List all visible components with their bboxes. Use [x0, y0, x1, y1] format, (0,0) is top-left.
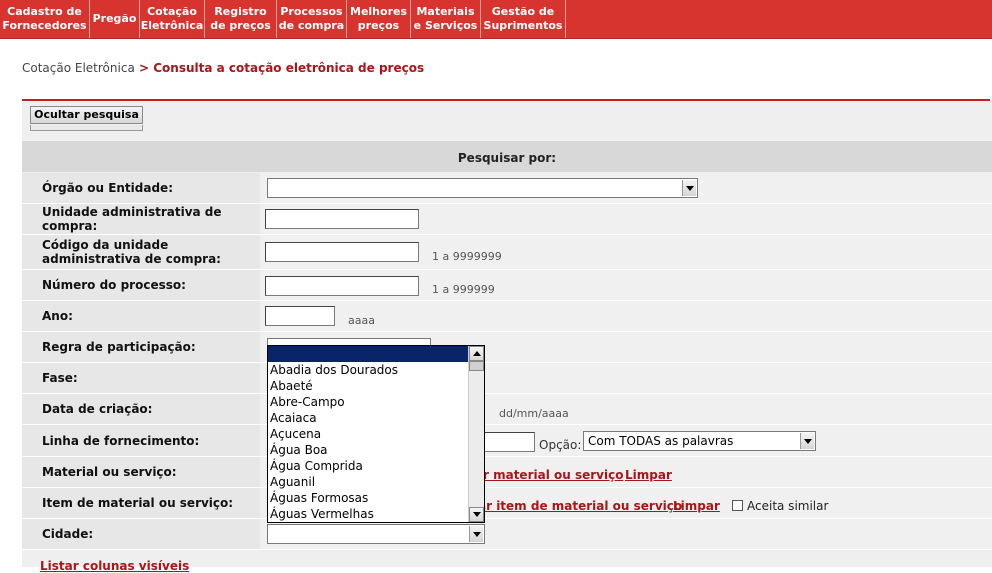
hide-search-button-shadow: [30, 125, 143, 131]
nav-gestao-suprimentos[interactable]: Gestão de Suprimentos: [481, 0, 566, 38]
opcao-select-value: Com TODAS as palavras: [588, 434, 734, 448]
chevron-down-icon: [469, 526, 483, 542]
label-ano: Ano:: [42, 309, 73, 323]
opcao-select[interactable]: Com TODAS as palavras: [583, 431, 816, 451]
nav-cadastro-fornecedores[interactable]: Cadastro de Fornecedores: [0, 0, 90, 38]
row-unidade: Unidade administrativa de compra:: [22, 204, 992, 235]
list-visible-columns-link[interactable]: Listar colunas visíveis: [40, 559, 189, 573]
chevron-down-icon: [682, 180, 696, 196]
label-numero: Número do processo:: [42, 278, 186, 292]
codigo-hint: 1 a 9999999: [432, 250, 502, 263]
label-fase: Fase:: [42, 371, 78, 385]
row-regra: Regra de participação:: [22, 332, 992, 363]
opcao-label: Opção:: [539, 438, 582, 452]
ano-hint: aaaa: [348, 314, 375, 327]
hide-search-button[interactable]: Ocultar pesquisa: [30, 106, 143, 124]
label-cidade: Cidade:: [42, 527, 94, 541]
clear-material-link[interactable]: Limpar: [625, 468, 672, 482]
label-material: Material ou serviço:: [42, 465, 177, 479]
dropdown-option[interactable]: Açucena: [268, 426, 468, 442]
select-material-link[interactable]: r material ou serviço: [483, 468, 623, 482]
label-data: Data de criação:: [42, 402, 153, 416]
row-ano: Ano:: [22, 301, 992, 332]
label-codigo: Código da unidade administrativa de comp…: [42, 238, 221, 266]
search-heading: Pesquisar por:: [22, 141, 992, 172]
cidade-dropdown-list[interactable]: Abadia dos Dourados Abaeté Abre-Campo Acaia…: [267, 345, 485, 523]
label-unidade: Unidade administrativa de compra:: [42, 205, 222, 233]
orgao-select[interactable]: [267, 178, 698, 198]
linha-input[interactable]: [480, 432, 535, 452]
breadcrumb-separator: >: [134, 61, 154, 75]
dropdown-option[interactable]: Água Boa: [268, 442, 468, 458]
label-orgao: Órgão ou Entidade:: [42, 181, 173, 195]
dropdown-option[interactable]: Águas Formosas: [268, 490, 468, 506]
select-item-link[interactable]: ar item de material ou serviço: [478, 499, 682, 513]
row-numero: Número do processo:: [22, 270, 992, 301]
dropdown-option[interactable]: Aguanil: [268, 474, 468, 490]
dropdown-options: Abadia dos Dourados Abaeté Abre-Campo Acaia…: [268, 346, 468, 522]
numero-input[interactable]: [265, 276, 419, 296]
nav-materiais-servicos[interactable]: Materiais e Serviços: [411, 0, 481, 38]
label-linha: Linha de fornecimento:: [42, 433, 200, 448]
breadcrumb-root[interactable]: Cotação Eletrônica: [22, 61, 135, 75]
breadcrumb-current: Consulta a cotação eletrônica de preços: [153, 61, 425, 75]
scroll-thumb[interactable]: [469, 361, 484, 371]
ano-input[interactable]: [265, 306, 335, 326]
nav-processos-compra[interactable]: Processos de compra: [277, 0, 347, 38]
dropdown-option[interactable]: Abadia dos Dourados: [268, 362, 468, 378]
data-hint: dd/mm/aaaa: [499, 407, 569, 420]
dropdown-option[interactable]: [268, 346, 468, 362]
aceita-similar-label: Aceita similar: [747, 499, 829, 513]
nav-cotacao-eletronica[interactable]: Cotação Eletrônica: [140, 0, 205, 38]
dropdown-option[interactable]: Água Comprida: [268, 458, 468, 474]
dropdown-option[interactable]: Abre-Campo: [268, 394, 468, 410]
chevron-down-icon: [800, 433, 814, 449]
dropdown-scrollbar[interactable]: [468, 346, 484, 522]
scroll-down-icon[interactable]: [469, 507, 484, 522]
codigo-input[interactable]: [265, 242, 419, 262]
nav-registro-precos[interactable]: Registro de preços: [205, 0, 277, 38]
nav-pregao[interactable]: Pregão: [90, 0, 140, 38]
row-cidade: Cidade:: [22, 519, 992, 550]
label-regra: Regra de participação:: [42, 340, 196, 354]
breadcrumb: Cotação Eletrônica > Consulta a cotação …: [22, 61, 424, 75]
dropdown-option[interactable]: Águas Vermelhas: [268, 506, 468, 522]
dropdown-option[interactable]: Acaiaca: [268, 410, 468, 426]
top-navigation: Cadastro de Fornecedores Pregão Cotação …: [0, 0, 992, 39]
unidade-input[interactable]: [265, 209, 419, 229]
cidade-select[interactable]: [267, 524, 485, 544]
scroll-up-icon[interactable]: [469, 346, 484, 361]
label-item: Item de material ou serviço:: [42, 496, 234, 510]
row-fase: Fase:: [22, 363, 992, 394]
numero-hint: 1 a 999999: [432, 283, 495, 296]
nav-melhores-precos[interactable]: Melhores preços: [347, 0, 411, 38]
row-codigo: Código da unidade administrativa de comp…: [22, 235, 992, 270]
clear-item-link[interactable]: Limpar: [673, 499, 720, 513]
dropdown-option[interactable]: Abaeté: [268, 378, 468, 394]
aceita-similar-checkbox[interactable]: [732, 500, 743, 511]
